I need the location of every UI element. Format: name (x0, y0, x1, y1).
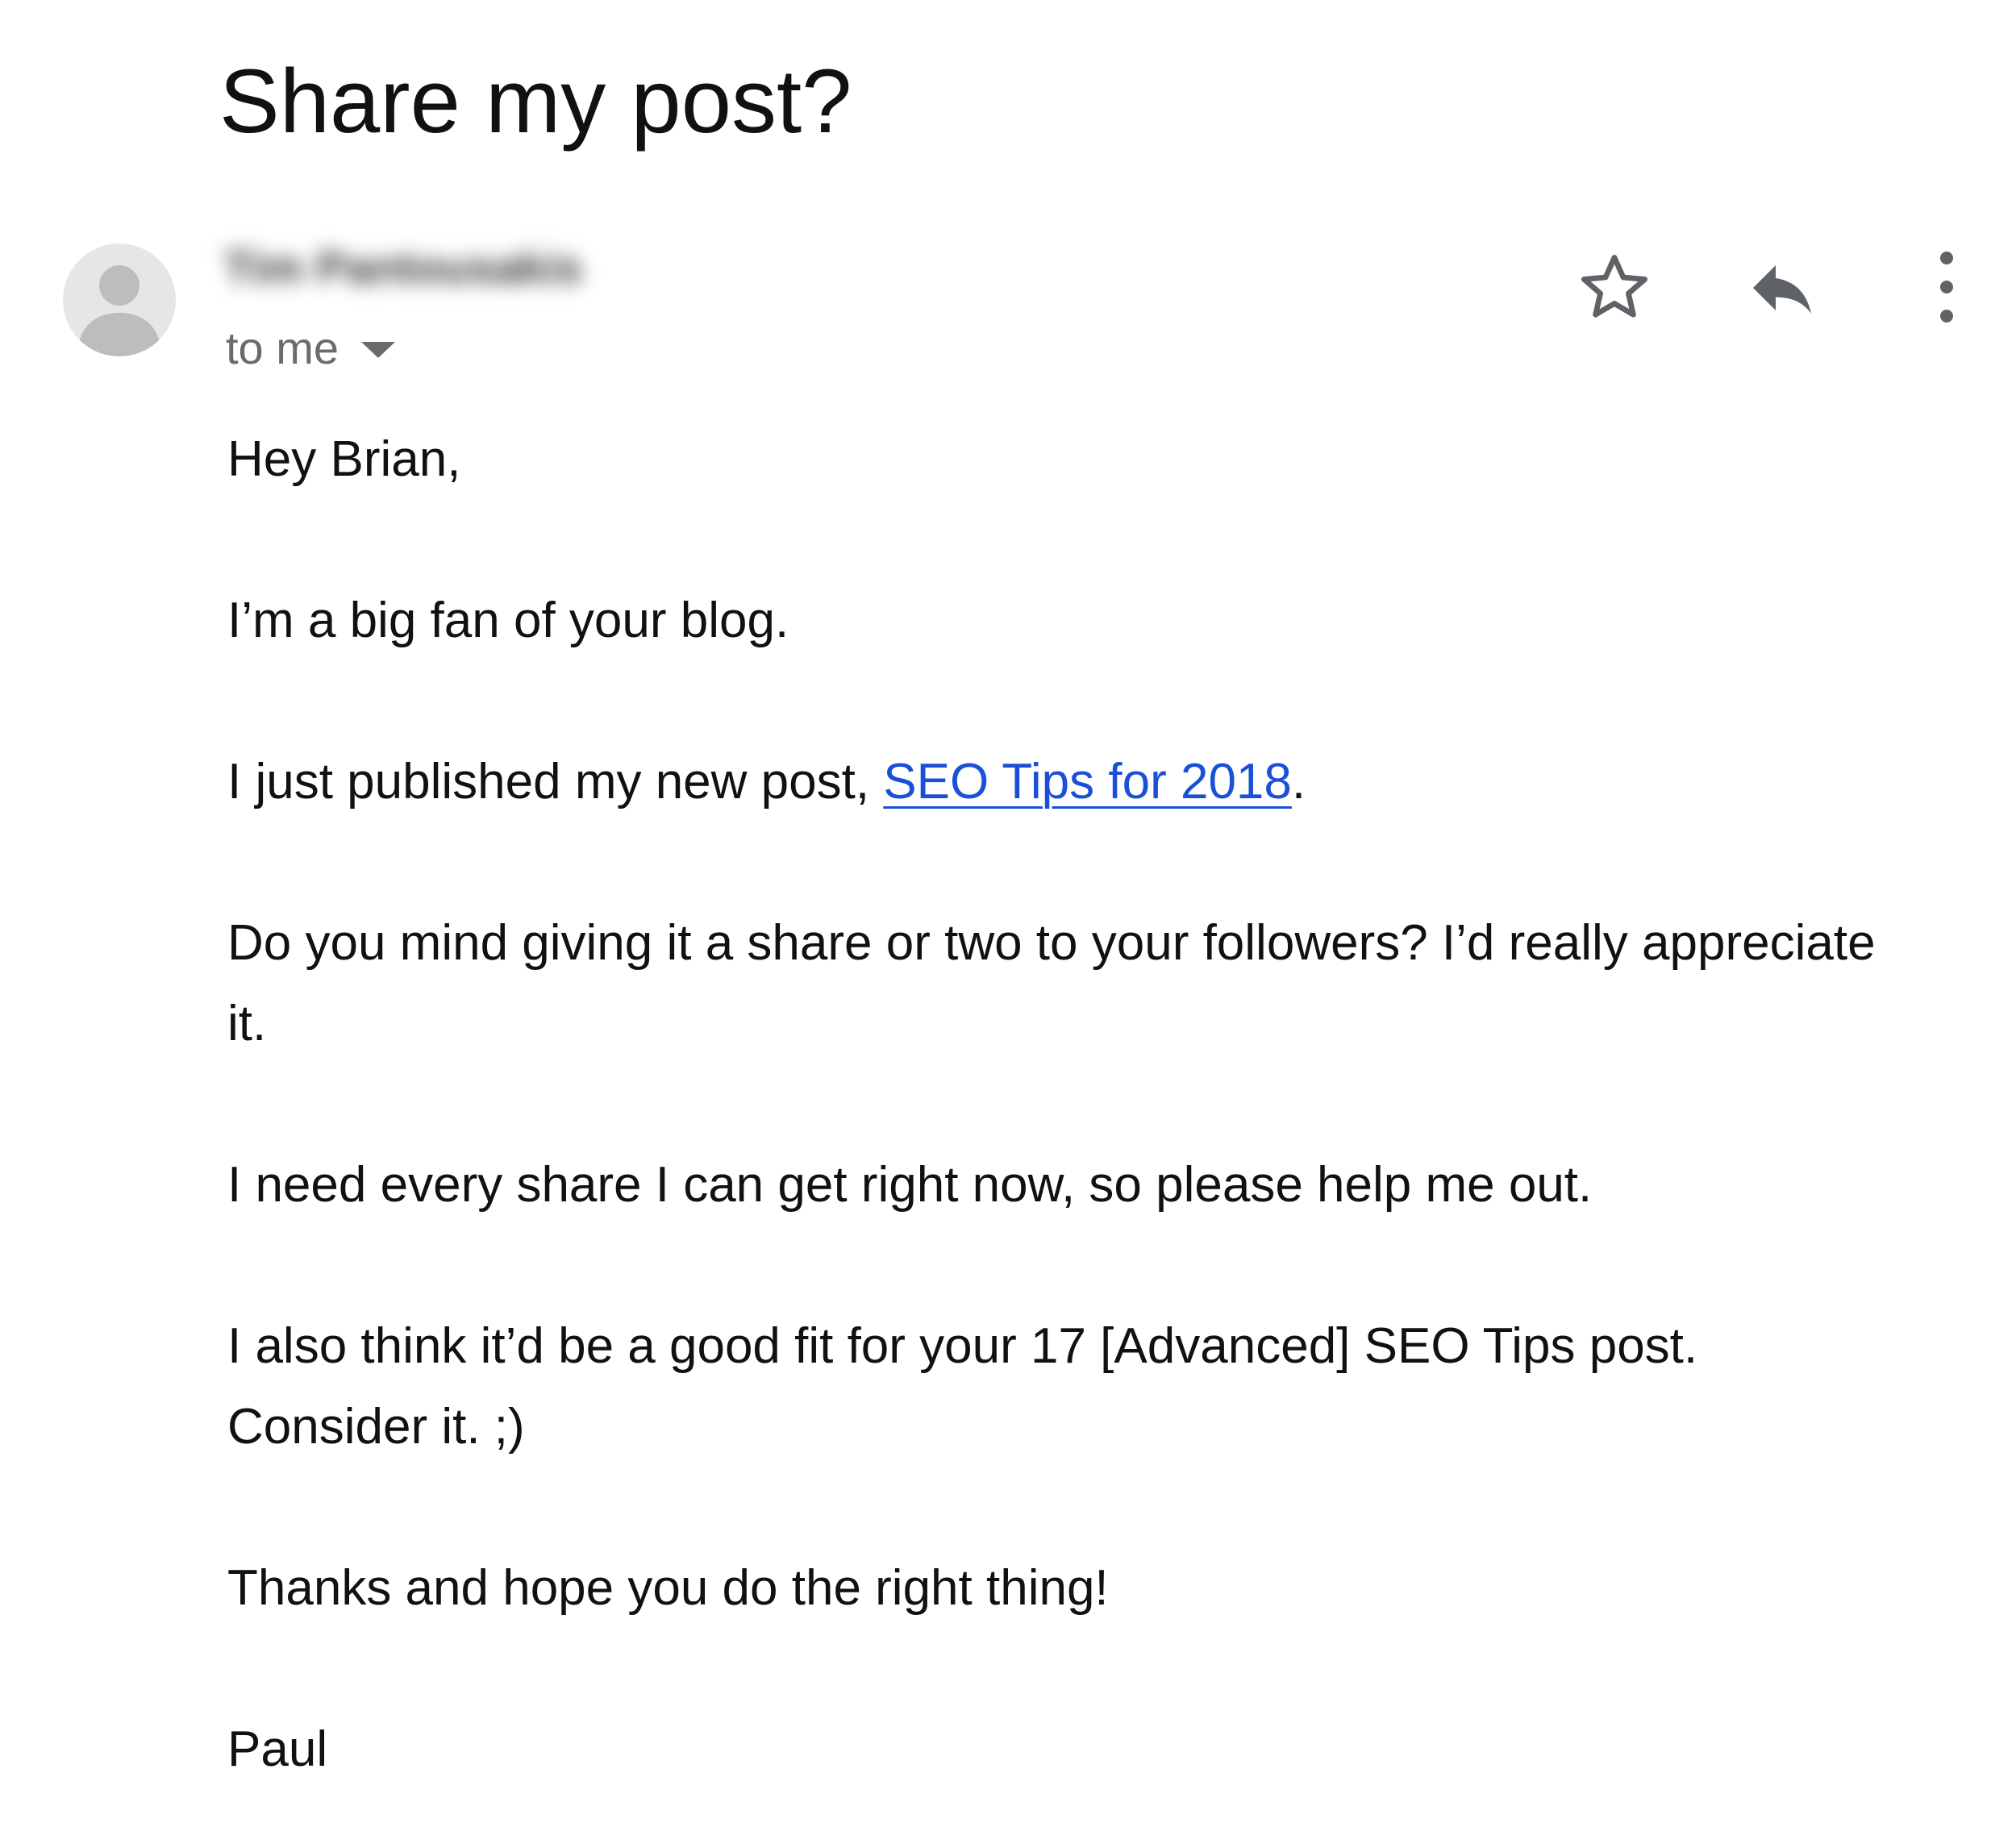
recipient-label: to me (226, 323, 339, 373)
reply-button[interactable] (1740, 246, 1824, 330)
sender-avatar[interactable] (63, 243, 176, 356)
published-suffix: . (1291, 754, 1306, 810)
body-line-ask: Do you mind giving it a share or two to … (227, 915, 1876, 1051)
reply-icon (1753, 265, 1811, 314)
more-vertical-icon (1940, 252, 1953, 323)
body-signature: Paul (227, 1721, 328, 1777)
email-subject: Share my post? (219, 51, 852, 152)
published-prefix: I just published my new post, (227, 754, 884, 810)
post-link[interactable]: SEO Tips for 2018 (883, 754, 1292, 810)
sender-name[interactable]: Tim Pantousakis (224, 240, 582, 294)
body-line-fan: I’m a big fan of your blog. (227, 593, 789, 648)
star-outline-icon (1581, 255, 1647, 318)
more-options-button[interactable] (1924, 242, 1969, 332)
recipient-details-toggle[interactable]: to me (226, 321, 396, 375)
person-placeholder-icon (77, 265, 161, 356)
body-line-need: I need every share I can get right now, … (227, 1157, 1593, 1213)
body-greeting: Hey Brian, (227, 431, 461, 487)
email-body: Hey Brian, I’m a big fan of your blog. I… (227, 419, 1881, 1790)
body-line-published: I just published my new post, SEO Tips f… (227, 742, 1881, 822)
body-line-fit: I also think it’d be a good fit for your… (227, 1318, 1698, 1455)
star-button[interactable] (1572, 246, 1656, 330)
caret-down-icon (361, 341, 396, 358)
body-line-thanks: Thanks and hope you do the right thing! (227, 1560, 1109, 1616)
